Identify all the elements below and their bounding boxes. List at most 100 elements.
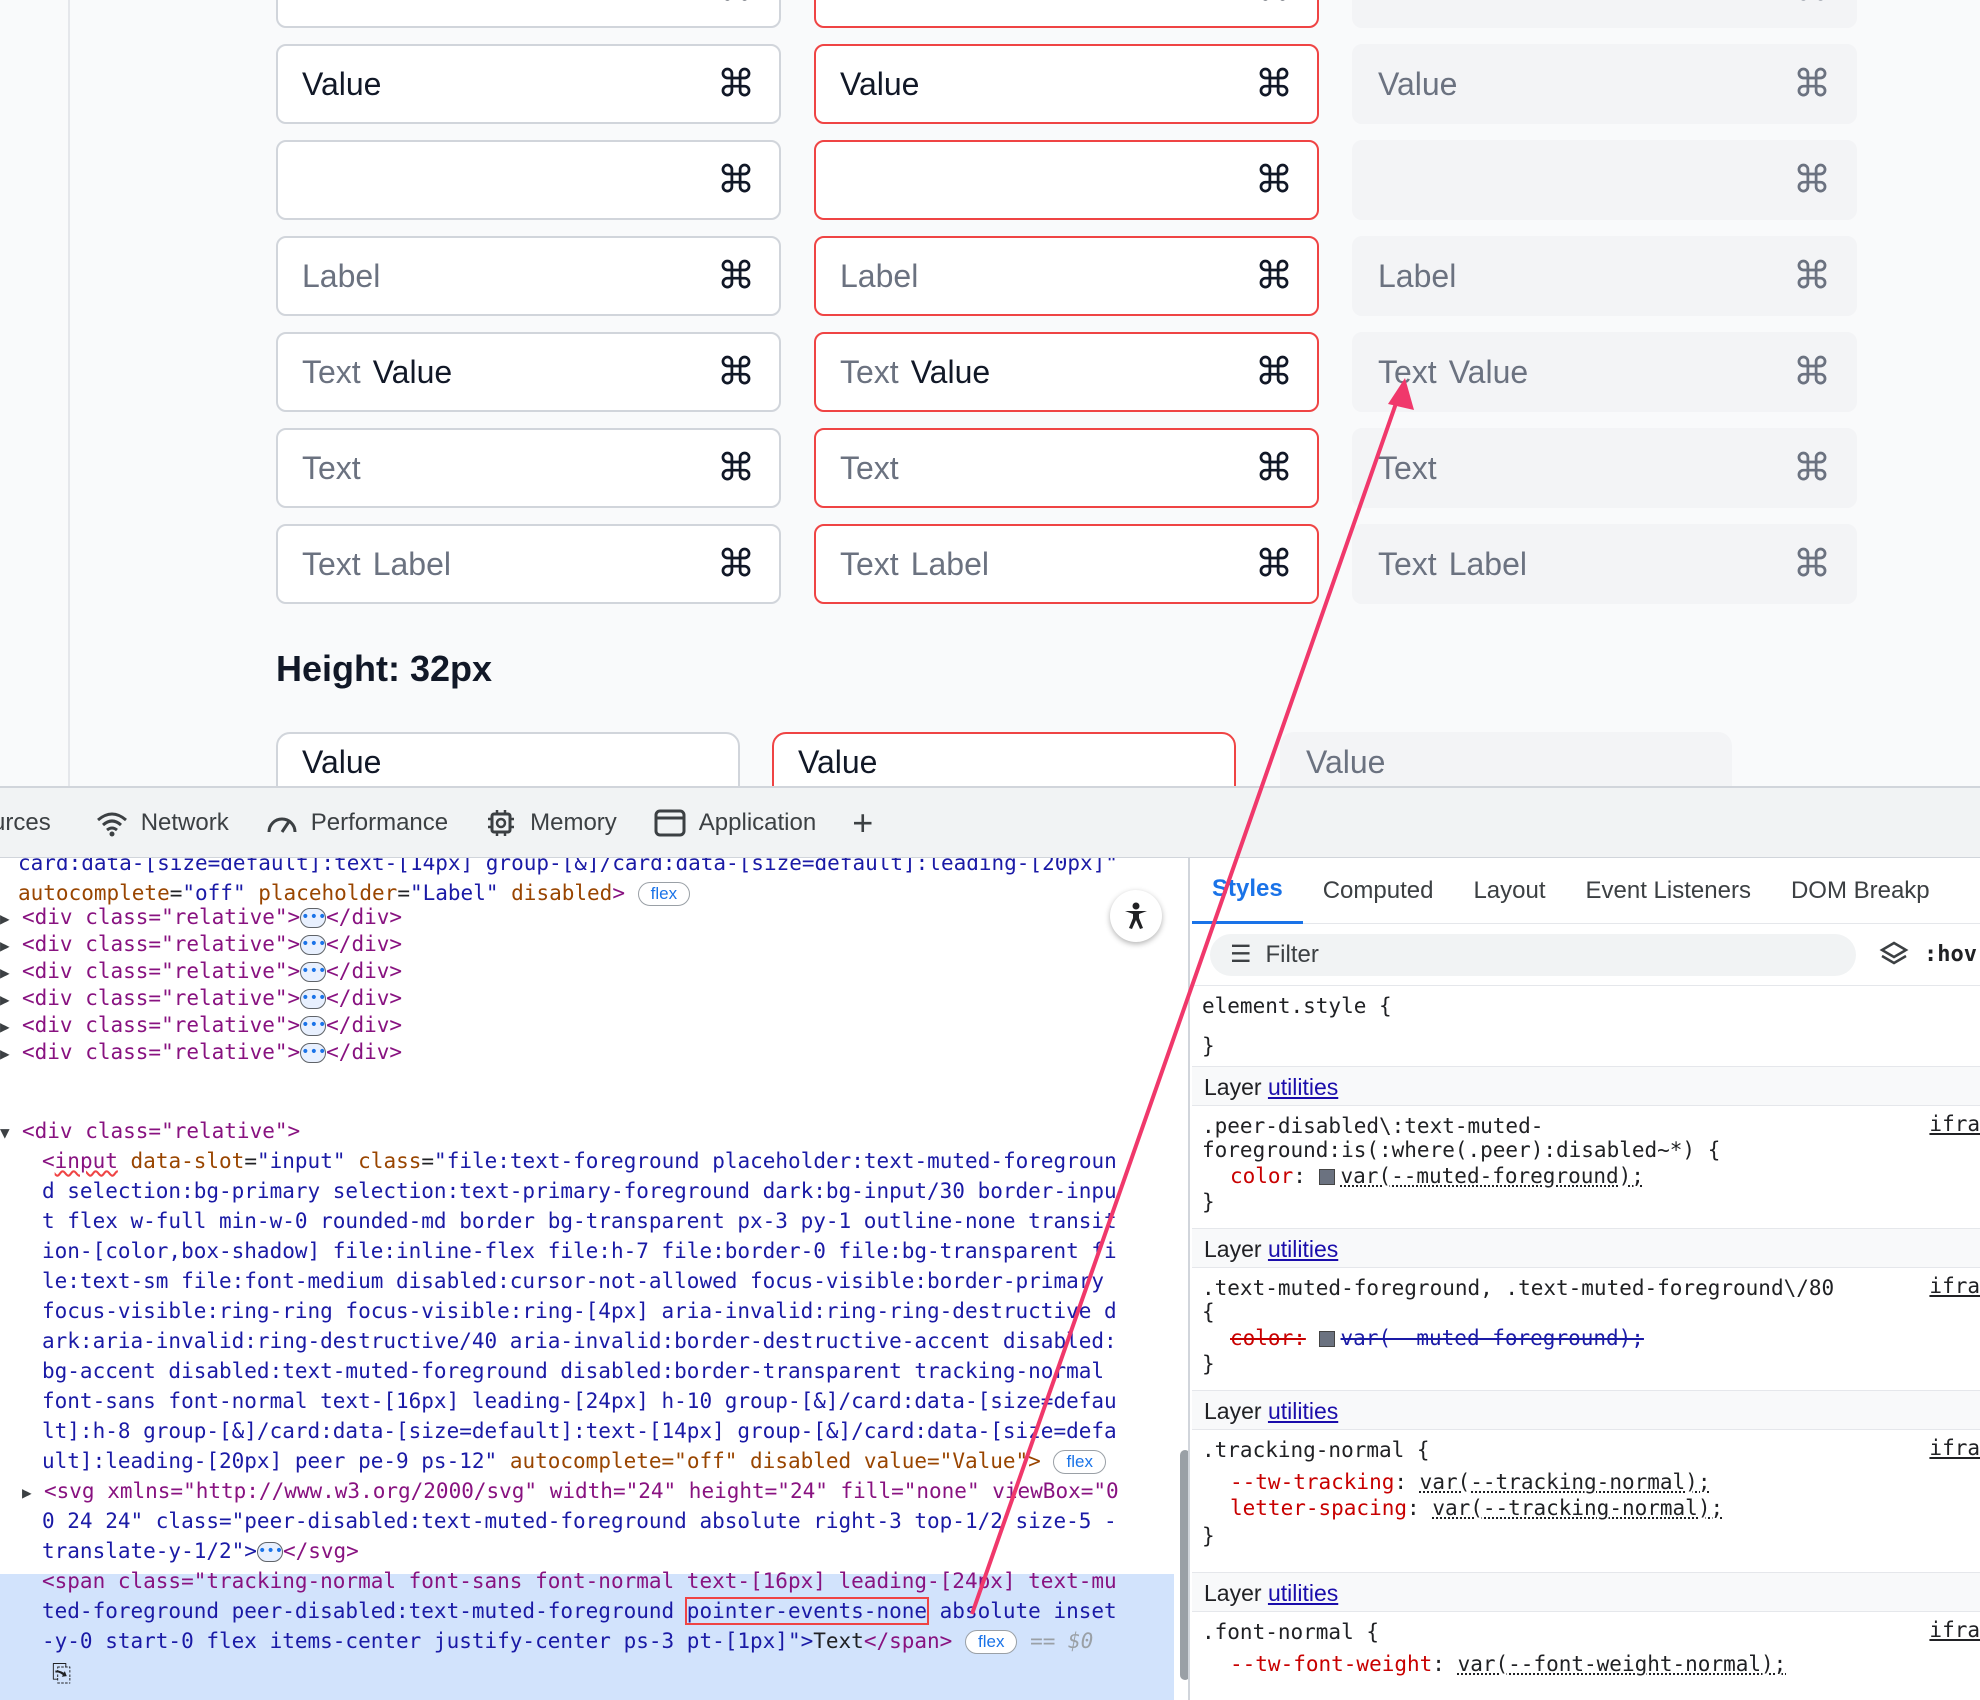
ellipsis-icon[interactable]: •••: [300, 989, 326, 1009]
color-swatch[interactable]: [1318, 1331, 1335, 1347]
input-error[interactable]: Text ⌘: [814, 428, 1319, 508]
expand-triangle-icon[interactable]: ▶: [0, 1039, 22, 1069]
styles-tabbar: Styles Computed Layout Event Listeners DOM B…: [1192, 858, 1980, 924]
input-error[interactable]: Value ⌘: [814, 44, 1319, 124]
rule-source-link[interactable]: ifra: [1929, 1436, 1980, 1460]
ellipsis-icon[interactable]: •••: [300, 935, 326, 955]
layer-link[interactable]: utilities: [1268, 1580, 1338, 1606]
tab-sources[interactable]: urces: [0, 809, 51, 837]
input-disabled-small: Value: [1280, 732, 1732, 786]
input-error-small[interactable]: Value: [772, 732, 1236, 786]
tab-label: Network: [140, 808, 229, 836]
input-error[interactable]: Text Label ⌘: [814, 524, 1319, 604]
ellipsis-icon[interactable]: •••: [300, 1043, 326, 1063]
css-rule[interactable]: .font-normal { ifra --tw-font-weight: va…: [1192, 1612, 1980, 1700]
dom-node-collapsed[interactable]: ▶ <div class="relative">•••</div>: [0, 1010, 402, 1040]
styles-subtab-styles[interactable]: Styles: [1192, 858, 1303, 924]
ellipsis-icon[interactable]: •••: [300, 962, 326, 982]
input-normal[interactable]: Label ⌘: [276, 236, 781, 316]
tab-application[interactable]: Application: [653, 808, 816, 838]
css-declaration[interactable]: --tw-font-weight: var(--font-weight-norm…: [1230, 1650, 1786, 1678]
css-rule[interactable]: .text-muted-foreground, .text-muted-fore…: [1192, 1268, 1980, 1388]
dom-node-collapsed[interactable]: ▶ <div class="relative">•••</div>: [0, 902, 402, 932]
flex-badge[interactable]: flex: [1053, 1450, 1106, 1474]
layer-link[interactable]: utilities: [1268, 1236, 1338, 1262]
tab-network[interactable]: Network: [95, 808, 229, 838]
command-icon: ⌘: [1255, 159, 1293, 202]
css-declaration-overridden[interactable]: color: var(--muted-foreground);: [1230, 1324, 1644, 1352]
tab-label: Application: [698, 808, 817, 836]
input-prefix-text: Text: [1378, 545, 1437, 582]
css-declaration[interactable]: --tw-tracking: var(--tracking-normal);: [1230, 1468, 1710, 1496]
input-error[interactable]: Text Value ⌘: [814, 332, 1319, 412]
dom-node-collapsed[interactable]: ▶ <div class="relative">•••</div>: [0, 956, 402, 986]
command-icon: ⌘: [1255, 255, 1293, 298]
css-rule[interactable]: .peer-disabled\:text-muted- ifra foregro…: [1192, 1106, 1980, 1226]
input-placeholder: Label: [1448, 545, 1527, 582]
command-icon: ⌘: [1793, 63, 1831, 106]
flex-badge[interactable]: flex: [637, 882, 691, 906]
rule-selector: foreground:is(:where(.peer):disabled~*) …: [1202, 1138, 1721, 1162]
input-error[interactable]: Label ⌘: [814, 236, 1319, 316]
accessibility-icon: [1125, 902, 1147, 929]
ellipsis-icon[interactable]: •••: [300, 1016, 326, 1036]
rule-source-link[interactable]: ifra: [1929, 1618, 1980, 1642]
dom-node-open[interactable]: ▼ <div class="relative">: [0, 1116, 300, 1146]
css-declaration[interactable]: color: var(--muted-foreground);: [1230, 1162, 1644, 1190]
element-style-rule[interactable]: element.style { }: [1192, 986, 1980, 1066]
input-error[interactable]: Text Label ⌘: [814, 0, 1319, 28]
dom-svg-node[interactable]: ▶ <svg xmlns="http://www.w3.org/2000/svg"…: [22, 1476, 1119, 1506]
layers-icon[interactable]: [1878, 939, 1910, 971]
accessibility-button[interactable]: [1110, 890, 1162, 942]
styles-subtab-event-listeners[interactable]: Event Listeners: [1566, 858, 1771, 924]
window-icon: [654, 809, 686, 836]
styles-subtab-dom-breakp[interactable]: DOM Breakp: [1771, 858, 1950, 924]
ellipsis-icon[interactable]: •••: [256, 1542, 283, 1562]
elements-scrollbar[interactable]: [1180, 1450, 1188, 1680]
rule-selector: element.style {: [1202, 994, 1392, 1018]
dom-node-collapsed[interactable]: ▶ <div class="relative">•••</div>: [0, 1037, 402, 1067]
input-normal[interactable]: Text ⌘: [276, 428, 781, 508]
input-normal[interactable]: ⌘: [276, 140, 781, 220]
layer-link[interactable]: utilities: [1268, 1398, 1338, 1424]
input-prefix-text: Text: [840, 545, 899, 582]
input-normal[interactable]: Text Label ⌘: [276, 0, 781, 28]
tab-performance[interactable]: Performance: [265, 808, 448, 838]
flex-badge[interactable]: flex: [964, 1630, 1018, 1654]
rule-source-link[interactable]: ifra: [1929, 1112, 1980, 1136]
wifi-icon: [96, 812, 127, 836]
input-error[interactable]: ⌘: [814, 140, 1319, 220]
input-prefix-text: Text: [302, 545, 361, 582]
rule-source-link[interactable]: ifra: [1929, 1274, 1980, 1298]
color-swatch[interactable]: [1318, 1169, 1335, 1185]
dom-line: d selection:bg-primary selection:text-pr…: [42, 1179, 1117, 1203]
hov-toggle[interactable]: :hov: [1924, 942, 1977, 967]
input-value: Value: [1378, 65, 1458, 102]
css-declaration[interactable]: letter-spacing: var(--tracking-normal);: [1230, 1494, 1723, 1522]
expand-triangle-icon[interactable]: ▶: [22, 1478, 44, 1508]
layer-link[interactable]: utilities: [1268, 1074, 1338, 1100]
input-prefix-text: Text: [302, 0, 361, 7]
dom-span-node[interactable]: <span class="tracking-normal font-sans f…: [42, 1566, 1117, 1596]
plus-icon: +: [852, 801, 874, 843]
css-rule[interactable]: .tracking-normal { ifra --tw-tracking: v…: [1192, 1430, 1980, 1570]
styles-panel[interactable]: Styles Computed Layout Event Listeners DOM B…: [1192, 858, 1980, 1700]
input-placeholder: Label: [1449, 0, 1527, 7]
ai-assist-icon[interactable]: ⎘: [52, 1658, 71, 1688]
input-normal[interactable]: Text Value ⌘: [276, 332, 781, 412]
input-normal[interactable]: Text Label ⌘: [276, 524, 781, 604]
input-disabled: Value ⌘: [1352, 44, 1857, 124]
collapse-triangle-icon[interactable]: ▼: [0, 1118, 22, 1148]
dom-node-collapsed[interactable]: ▶ <div class="relative">•••</div>: [0, 929, 402, 959]
filter-input[interactable]: ☰ Filter: [1210, 933, 1856, 976]
dom-node-collapsed[interactable]: ▶ <div class="relative">•••</div>: [0, 983, 402, 1013]
input-value: Value: [840, 65, 920, 102]
tab-memory[interactable]: Memory: [484, 808, 617, 838]
add-tab-button[interactable]: +: [852, 802, 873, 844]
ellipsis-icon[interactable]: •••: [300, 908, 326, 928]
styles-subtab-layout[interactable]: Layout: [1453, 858, 1565, 924]
input-normal-small[interactable]: Value: [276, 732, 740, 786]
elements-panel[interactable]: card:data-[size=default]:text-[14px] gro…: [0, 858, 1190, 1700]
input-normal[interactable]: Value ⌘: [276, 44, 781, 124]
styles-subtab-computed[interactable]: Computed: [1303, 858, 1454, 924]
